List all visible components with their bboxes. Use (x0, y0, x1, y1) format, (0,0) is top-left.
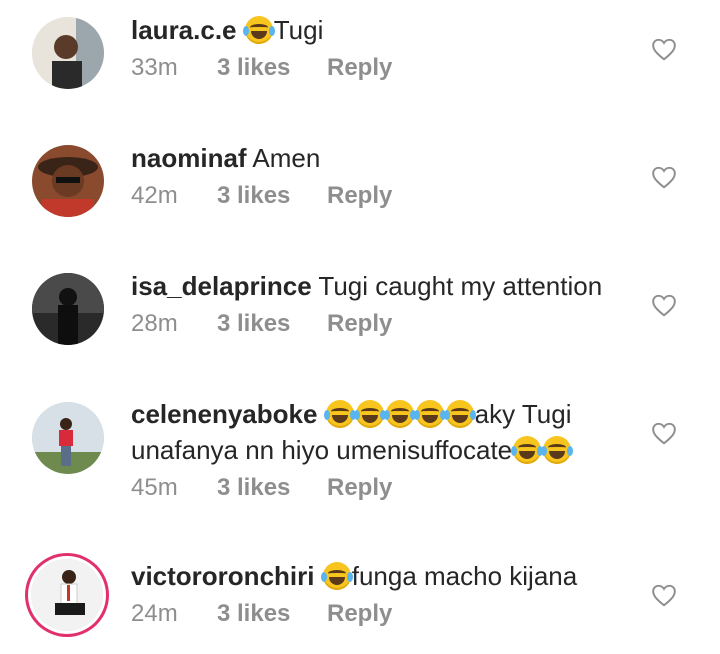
timestamp: 42m (131, 182, 178, 209)
reply-button[interactable]: Reply (327, 600, 392, 628)
timestamp: 33m (131, 54, 178, 81)
username[interactable]: isa_delaprince (131, 271, 312, 301)
timestamp: 45m (131, 474, 178, 501)
likes-count[interactable]: 3 likes (217, 474, 327, 502)
joy-emoji (383, 400, 416, 428)
joy-emoji (320, 562, 353, 590)
comment-item: isa_delaprince Tugi caught my attention … (0, 256, 720, 384)
comment-item: victororonchiri funga macho kijana 24m 3… (0, 546, 720, 654)
reply-button[interactable]: Reply (327, 310, 392, 338)
avatar[interactable] (32, 17, 104, 89)
comment-text-line-2: unafanya nn hiyo umenisuffocate (131, 435, 513, 465)
avatar[interactable] (32, 402, 104, 474)
reply-button[interactable]: Reply (327, 182, 392, 210)
comment-text: Tugi caught my attention (318, 271, 603, 301)
heart-outline-icon[interactable] (651, 583, 677, 607)
likes-count[interactable]: 3 likes (217, 600, 327, 628)
joy-emoji (443, 400, 476, 428)
likes-count[interactable]: 3 likes (217, 54, 327, 82)
comment-item: laura.c.e Tugi 33m 3 likes Reply (0, 0, 720, 128)
comment-text: funga macho kijana (351, 561, 578, 591)
heart-outline-icon[interactable] (651, 165, 677, 189)
avatar[interactable] (32, 273, 104, 345)
joy-emoji (413, 400, 446, 428)
heart-outline-icon[interactable] (651, 37, 677, 61)
likes-count[interactable]: 3 likes (217, 182, 327, 210)
comment-text: Amen (252, 143, 321, 173)
timestamp: 24m (131, 600, 178, 627)
likes-count[interactable]: 3 likes (217, 310, 327, 338)
joy-emoji (511, 436, 544, 464)
joy-emoji (353, 400, 386, 428)
username[interactable]: victororonchiri (131, 561, 314, 591)
joy-emoji (323, 400, 356, 428)
username[interactable]: naominaf (131, 143, 247, 173)
comment-text: Tugi (273, 15, 324, 45)
avatar[interactable] (32, 145, 104, 217)
comment-text: aky Tugi (474, 399, 572, 429)
comment-item: naominaf Amen 42m 3 likes Reply (0, 128, 720, 256)
heart-outline-icon[interactable] (651, 421, 677, 445)
reply-button[interactable]: Reply (327, 54, 392, 82)
comment-item: celenenyaboke aky Tugi unafanya nn hiyo u… (0, 384, 720, 534)
joy-emoji (242, 16, 275, 44)
reply-button[interactable]: Reply (327, 474, 392, 502)
joy-emoji (541, 436, 574, 464)
username[interactable]: celenenyaboke (131, 399, 317, 429)
timestamp: 28m (131, 310, 178, 337)
avatar[interactable] (31, 559, 103, 631)
username[interactable]: laura.c.e (131, 15, 237, 45)
heart-outline-icon[interactable] (651, 293, 677, 317)
